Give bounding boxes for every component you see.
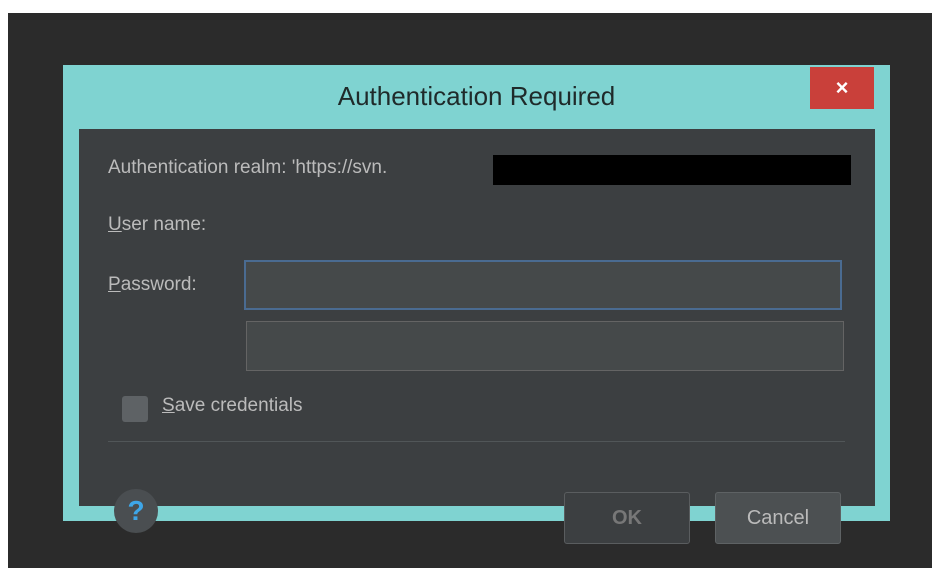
close-button[interactable]: × <box>810 67 874 109</box>
username-label-accelerator: U <box>108 214 122 235</box>
footer-divider <box>108 441 845 442</box>
close-icon: × <box>835 75 849 100</box>
cancel-button[interactable]: Cancel <box>715 492 841 544</box>
help-button[interactable]: ? <box>114 489 158 533</box>
save-credentials-accelerator: S <box>162 395 175 416</box>
save-credentials-checkbox[interactable] <box>122 396 148 422</box>
help-icon: ? <box>127 495 145 526</box>
ok-button[interactable]: OK <box>564 492 690 544</box>
password-input[interactable] <box>246 321 844 371</box>
authentication-dialog: Authentication Required × Authentication… <box>63 65 890 544</box>
username-input[interactable] <box>244 260 842 310</box>
password-label-accelerator: P <box>108 274 121 295</box>
username-label-text: ser name: <box>121 214 207 235</box>
redacted-url-block <box>493 155 851 185</box>
password-label: Password: <box>108 274 197 296</box>
dialog-title: Authentication Required <box>337 81 616 111</box>
save-credentials-text: ave credentials <box>174 395 303 416</box>
username-label: User name: <box>108 214 206 236</box>
save-credentials-label[interactable]: Save credentials <box>162 395 302 417</box>
dialog-content: Authentication realm: 'https://svn. User… <box>79 129 875 544</box>
auth-realm-text: Authentication realm: 'https://svn. <box>108 157 388 178</box>
password-label-text: assword: <box>120 274 197 295</box>
dialog-titlebar[interactable]: Authentication Required × <box>63 65 890 129</box>
